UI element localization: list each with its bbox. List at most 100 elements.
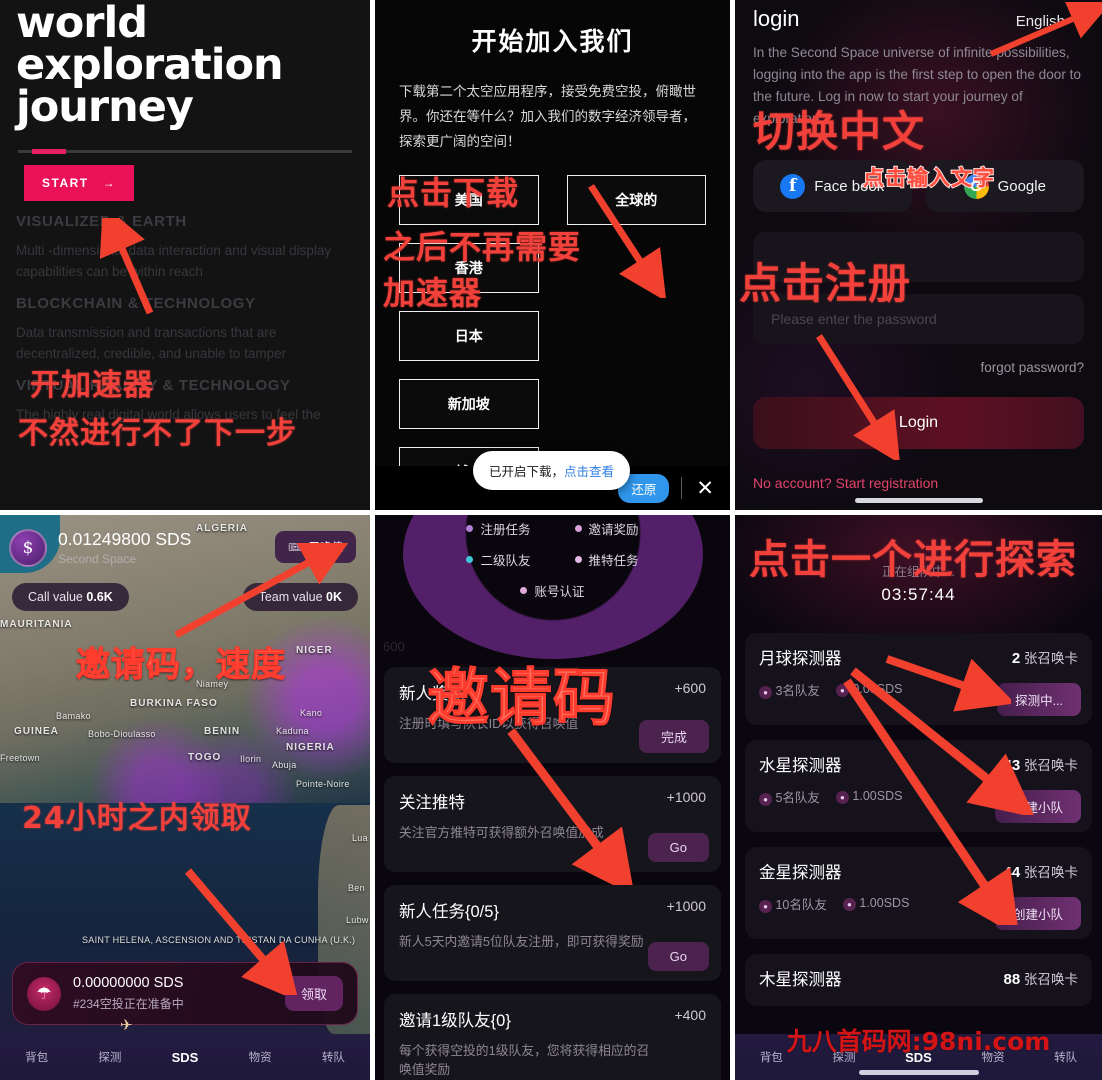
explorer-members: 5名队友 [775, 791, 820, 805]
airdrop-card[interactable]: ☂ 0.00000000 SDS #234空投正在准备中 领取 [12, 962, 358, 1025]
balance-block: 0.01249800 SDS Second Space [58, 529, 191, 566]
summon-value-button[interactable]: 🎟 召唤值 [274, 531, 356, 563]
region-button-global[interactable]: 全球的 [566, 174, 706, 225]
forgot-password-link[interactable]: forgot password? [753, 360, 1084, 375]
start-registration-link[interactable]: Start registration [836, 475, 939, 491]
explorer-row[interactable]: 月球探测器 2 张召唤卡 ● 3名队友 ● 0.00SDS 探测中... [745, 633, 1092, 725]
nav-detect[interactable]: 探测 [98, 1049, 121, 1065]
map-label: BURKINA FASO [130, 698, 218, 709]
map-label: GUINEA [14, 726, 59, 737]
explorer-action-button[interactable]: 创建小队 [994, 790, 1081, 823]
legend-dot-invite [574, 525, 582, 532]
airdrop-amount: 0.00000000 SDS [73, 975, 184, 991]
axis-number: 600 [383, 639, 405, 654]
explorer-card-unit: 张召唤卡 [1024, 651, 1078, 666]
task-title: 关注推特 [399, 794, 465, 812]
email-field[interactable] [753, 232, 1084, 283]
register-row: No account? Start registration [753, 475, 1084, 491]
map-label: Lubw [346, 915, 369, 925]
explorer-card-count: 2 [1011, 650, 1021, 667]
map-label: Freetown [0, 753, 40, 763]
map-label: NIGERIA [286, 742, 335, 753]
explorer-card-count: 43 [1003, 757, 1021, 774]
task-row[interactable]: 新人任务{0/5} +1000 新人5天内邀请5位队友注册，即可获得奖励 Go [384, 885, 721, 981]
google-icon: G [963, 173, 989, 199]
task-action-button[interactable]: 完成 [638, 720, 709, 753]
toast-link[interactable]: 点击查看 [564, 464, 614, 479]
nav-team[interactable]: 转队 [322, 1049, 345, 1065]
plane-icon: ✈ [120, 1017, 133, 1034]
home-indicator [858, 1070, 979, 1075]
parachute-icon: ☂ [27, 976, 61, 1011]
task-title: 邀请1级队友{0} [399, 1012, 511, 1030]
region-button-singapore[interactable]: 新加坡 [399, 378, 539, 429]
start-button[interactable]: START → [24, 165, 135, 202]
coin-icon: ● [835, 791, 849, 804]
home-indicator [854, 498, 983, 503]
region-grid: 美国 全球的 香港 日本 新加坡 越南 [399, 174, 706, 497]
task-action-button[interactable]: Go [647, 942, 709, 971]
legend-label-tier2: 二级队友 [480, 554, 531, 568]
legend-label-register: 注册任务 [480, 523, 531, 537]
nav-supplies[interactable]: 物资 [249, 1049, 272, 1065]
explorer-card-count: 88 [1003, 971, 1021, 988]
explorer-cost: 0.00SDS [852, 682, 903, 696]
google-label: Google [997, 177, 1046, 195]
panel-login: login English ▼ In the Second Space univ… [735, 0, 1102, 510]
panel-region-select: 开始加入我们 下载第二个太空应用程序，接受免费空投，俯瞰世界。你还在等什么？加入… [375, 0, 730, 510]
facebook-login-button[interactable]: f Face book [753, 160, 912, 213]
join-us-description: 下载第二个太空应用程序，接受免费空投，俯瞰世界。你还在等什么？加入我们的数字经济… [399, 84, 696, 149]
screenshot-collage: world exploration journey START → VISUAL… [0, 0, 1102, 1080]
nav-backpack[interactable]: 背包 [25, 1049, 48, 1065]
legend-dot-twitter [574, 556, 582, 563]
region-button-japan[interactable]: 日本 [399, 310, 539, 361]
download-toast[interactable]: 已开启下载，点击查看 [473, 451, 631, 490]
legend-item-twitter: 推特任务 [574, 550, 639, 569]
coin-icon: ● [835, 684, 849, 697]
password-field[interactable]: Please enter the password [753, 294, 1084, 345]
section-body-vr: The highly real digital world allows use… [16, 407, 321, 423]
map-label: Kaduna [276, 726, 309, 736]
close-icon[interactable]: ✕ [696, 478, 714, 499]
explorer-row[interactable]: 水星探测器 43 张召唤卡 ● 5名队友 ● 1.00SDS 创建小队 [745, 740, 1092, 832]
task-row[interactable]: 关注推特 +1000 关注官方推特可获得额外召唤值加成 Go [384, 776, 721, 872]
task-desc: 注册时填写队长ID以获得召唤值 [399, 716, 579, 731]
task-desc: 关注官方推特可获得额外召唤值加成 [399, 825, 604, 840]
google-login-button[interactable]: G Google [925, 160, 1084, 213]
hero-title: world exploration journey [16, 0, 354, 128]
map-label: Pointe-Noire [296, 779, 350, 789]
join-us-title: 开始加入我们 [471, 27, 634, 56]
explorer-action-button[interactable]: 探测中... [997, 683, 1081, 716]
panel-onboarding: world exploration journey START → VISUAL… [0, 0, 370, 510]
team-value-number: 0K [326, 590, 342, 604]
map-label: ALGERIA [196, 523, 248, 534]
balance-amount: 0.01249800 SDS [58, 529, 192, 549]
people-icon: ● [759, 900, 772, 913]
task-row[interactable]: 邀请1级队友{0} +400 每个获得空投的1级队友，您将获得相应的召唤值奖励 [384, 994, 721, 1080]
region-button-hongkong[interactable]: 香港 [399, 242, 539, 293]
map-label: Bobo-Dioulasso [88, 729, 156, 739]
explorer-members: 3名队友 [775, 684, 820, 698]
map-label: SAINT HELENA, ASCENSION AND TRISTAN DA C… [82, 935, 356, 945]
task-row[interactable]: 新人奖励 +600 注册时填写队长ID以获得召唤值 完成 [384, 667, 721, 763]
explorer-card-count: 44 [1003, 864, 1021, 881]
bottom-nav: 背包 探测 SDS 物资 转队 [0, 1034, 370, 1080]
login-title: login [753, 6, 800, 31]
ticket-icon: 🎟 [287, 542, 303, 554]
panel-explorers: 正在组队中... 03:57:44 月球探测器 2 张召唤卡 ● 3名队友 ● … [735, 515, 1102, 1080]
claim-button[interactable]: 领取 [284, 976, 343, 1011]
section-heading-blockchain: BLOCKCHAIN & TECHNOLOGY [16, 295, 256, 313]
login-button[interactable]: Login [753, 397, 1084, 450]
explorer-row[interactable]: 木星探测器 88 张召唤卡 [745, 954, 1092, 1006]
region-button-us[interactable]: 美国 [399, 174, 539, 225]
task-desc: 每个获得空投的1级队友，您将获得相应的召唤值奖励 [399, 1043, 650, 1078]
task-action-button[interactable]: Go [647, 833, 709, 862]
chevron-down-icon: ▼ [1069, 13, 1084, 30]
map-label: Ben [348, 883, 365, 893]
call-value-label: Call value [28, 590, 83, 604]
explorer-row[interactable]: 金星探测器 44 张召唤卡 ● 10名队友 ● 1.00SDS 创建小队 [745, 847, 1092, 939]
explorer-action-button[interactable]: 创建小队 [994, 897, 1081, 930]
language-selector[interactable]: English ▼ [1016, 13, 1084, 30]
nav-sds[interactable]: SDS [172, 1050, 199, 1065]
coin-icon: $ [9, 529, 47, 567]
